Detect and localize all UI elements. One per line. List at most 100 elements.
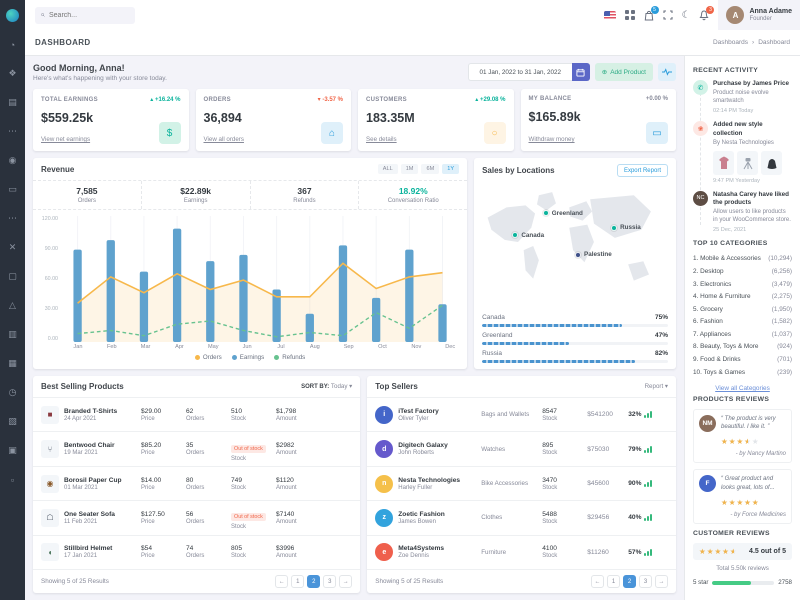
topbar: 5 ☾ 3 A Anna Adame Founder	[25, 0, 800, 30]
date-range-input[interactable]	[468, 63, 572, 81]
sidebar-item-more-1[interactable]: ⋯	[0, 117, 25, 146]
revenue-stats: 7,585Orders $22.89kEarnings 367Refunds 1…	[33, 180, 467, 210]
seller-row[interactable]: i iTest FactoryOliver Tyler Bags and Wal…	[367, 397, 676, 431]
location-progress-list: Canada75% Greenland47% Russia82%	[474, 305, 676, 369]
tab-6m[interactable]: 6M	[421, 164, 439, 174]
review-card[interactable]: F “ Great product and looks great, lots …	[693, 469, 792, 523]
activity-item[interactable]: ❀ Added new style collection By Nesta Te…	[693, 121, 792, 183]
seller-row[interactable]: e Meta4SystemsZoe Dennis Furniture 4100S…	[367, 535, 676, 569]
view-all-categories-link[interactable]: View all Categories	[693, 385, 792, 392]
product-row[interactable]: ◖ Stillbird Helmet17 Jan 2021 $54Price 7…	[33, 535, 360, 569]
activity-item[interactable]: ✆ Purchase by James Price Product noise …	[693, 80, 792, 114]
search-icon	[41, 11, 45, 19]
tab-1m[interactable]: 1M	[401, 164, 419, 174]
product-row[interactable]: ☖ One Seater Sofa11 Feb 2021 $127.50Pric…	[33, 500, 360, 534]
top-sellers-panel: Top Sellers Report ▾ i iTest FactoryOliv…	[367, 376, 676, 593]
total-reviews: Total 5.50k reviews	[693, 565, 792, 572]
sidebar-item-charts[interactable]: ▦	[0, 349, 25, 378]
page-3-button[interactable]: 3	[639, 575, 652, 588]
review-card[interactable]: NM “ The product is very beautiful. I li…	[693, 409, 792, 463]
sort-by-dropdown[interactable]: SORT BY: Today ▾	[301, 383, 352, 390]
page-2-button[interactable]: 2	[623, 575, 636, 588]
page-2-button[interactable]: 2	[307, 575, 320, 588]
sidebar-item-authentication[interactable]: ◉	[0, 146, 25, 175]
dark-mode-icon[interactable]: ☾	[682, 10, 691, 21]
product-row[interactable]: ■ Branded T-Shirts24 Apr 2021 $29.00Pric…	[33, 397, 360, 431]
user-menu[interactable]: A Anna Adame Founder	[718, 0, 800, 30]
card-link[interactable]: View net earnings	[41, 136, 90, 143]
report-dropdown[interactable]: Report ▾	[645, 383, 668, 390]
legend-item[interactable]: Earnings	[232, 354, 264, 361]
category-row: 9. Food & Drinks(701)	[693, 354, 792, 367]
map-marker-palestine[interactable]: Palestine	[575, 251, 612, 258]
map-marker-canada[interactable]: Canada	[512, 232, 544, 239]
card-link[interactable]: Withdraw money	[529, 136, 575, 143]
sidebar-item-maps[interactable]: ▧	[0, 407, 25, 436]
map-marker-greenland[interactable]: Greenland	[543, 210, 583, 217]
page-3-button[interactable]: 3	[323, 575, 336, 588]
bag-thumbnail[interactable]	[761, 151, 782, 175]
category-row: 7. Appliances(1,037)	[693, 329, 792, 342]
sidebar-item-more-2[interactable]: ⋯	[0, 204, 25, 233]
sidebar-item-multilevel[interactable]: ▣	[0, 436, 25, 465]
legend-item[interactable]: Refunds	[274, 354, 305, 361]
product-row[interactable]: ◉ Borosil Paper Cup01 Mar 2021 $14.00Pri…	[33, 466, 360, 500]
breadcrumb-parent[interactable]: Dashboards	[713, 39, 748, 46]
category-row: 3. Electronics(3,479)	[693, 279, 792, 292]
page-prev-button[interactable]: ←	[275, 575, 288, 588]
map-marker-russia[interactable]: Russia	[611, 224, 641, 231]
sidebar-item-apps[interactable]: ❖	[0, 59, 25, 88]
apps-grid-icon[interactable]	[625, 10, 635, 20]
seller-row[interactable]: d Digitech GalaxyJohn Roberts Watches 89…	[367, 431, 676, 465]
seller-logo: e	[375, 543, 393, 561]
page-1-button[interactable]: 1	[607, 575, 620, 588]
tab-1y[interactable]: 1Y	[442, 164, 459, 174]
sidebar-item-pages[interactable]: ▭	[0, 175, 25, 204]
category-row: 5. Grocery(1,950)	[693, 304, 792, 317]
card-link[interactable]: See details	[366, 136, 397, 143]
export-report-button[interactable]: Export Report	[617, 164, 668, 177]
page-1-button[interactable]: 1	[291, 575, 304, 588]
fullscreen-icon[interactable]	[663, 10, 673, 20]
search-input[interactable]	[49, 12, 129, 19]
stat-conversion-label: Conversation Ratio	[359, 198, 467, 204]
activity-item[interactable]: NC Natasha Carey have liked the products…	[693, 191, 792, 234]
add-product-button[interactable]: ⊕Add Product	[595, 63, 653, 81]
activity-button[interactable]	[658, 63, 676, 81]
seller-row[interactable]: z Zoetic FashionJames Bowen Clothes 5488…	[367, 500, 676, 534]
cart-icon[interactable]: 5	[644, 10, 654, 21]
page-next-button[interactable]: →	[339, 575, 352, 588]
camera-thumbnail[interactable]	[737, 151, 758, 175]
seller-row[interactable]: n Nesta TechnologiesHarley Fuller Bike A…	[367, 466, 676, 500]
category-row: 10. Toys & Games(239)	[693, 367, 792, 380]
page-prev-button[interactable]: ←	[591, 575, 604, 588]
category-row: 2. Desktop(6,256)	[693, 266, 792, 279]
card-link[interactable]: View all orders	[204, 136, 244, 143]
sidebar-item-icons[interactable]: ◷	[0, 378, 25, 407]
notifications-bell-icon[interactable]: 3	[699, 10, 709, 21]
marker-dot-icon	[512, 232, 518, 238]
card-my-balance: MY BALANCE+0.00 % $165.89k Withdraw mone…	[521, 89, 677, 151]
sidebar-item-tables[interactable]: ▥	[0, 320, 25, 349]
sidebar-item-widgets[interactable]: ▢	[0, 262, 25, 291]
sidebar-item-dashboards[interactable]: ◔	[0, 30, 25, 59]
page-next-button[interactable]: →	[655, 575, 668, 588]
category-row: 6. Fashion(1,582)	[693, 316, 792, 329]
product-row[interactable]: ⑂ Bentwood Chair19 Mar 2021 $85.20Price …	[33, 431, 360, 465]
sidebar-item-forms[interactable]: △	[0, 291, 25, 320]
stat-refunds-label: Refunds	[251, 198, 359, 204]
app-logo[interactable]	[0, 0, 25, 30]
world-map[interactable]: Greenland Canada Russia Palestine	[480, 183, 670, 305]
language-flag-icon[interactable]	[604, 11, 616, 20]
sidebar-item-layouts[interactable]: ▤	[0, 88, 25, 117]
card-label: ORDERS	[204, 97, 231, 103]
legend-item[interactable]: Orders	[195, 354, 222, 361]
pagination: ← 1 2 3 →	[591, 575, 668, 588]
shirt-thumbnail[interactable]	[713, 151, 734, 175]
breadcrumb: Dashboards › Dashboard	[713, 39, 790, 46]
product-thumbnail: ☖	[41, 509, 59, 527]
calendar-button[interactable]	[572, 63, 590, 81]
sidebar-item-docs[interactable]: ▫	[0, 465, 25, 494]
sidebar-item-components[interactable]: ✕	[0, 233, 25, 262]
tab-all[interactable]: ALL	[378, 164, 398, 174]
